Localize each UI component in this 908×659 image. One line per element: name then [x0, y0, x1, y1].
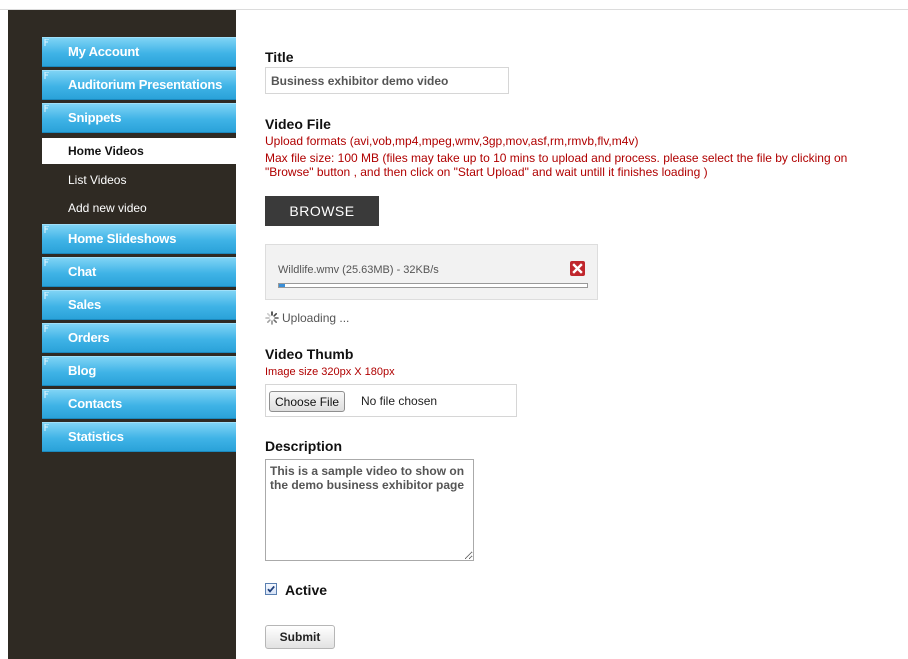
corner-flag-icon: [44, 424, 49, 431]
thumb-file-input: Choose File No file chosen: [265, 384, 517, 417]
description-label: Description: [265, 438, 343, 454]
checkmark-icon: [267, 585, 275, 593]
sidebar-item-label: Contacts: [68, 396, 123, 411]
sidebar-item-blog[interactable]: Blog: [42, 356, 236, 386]
corner-flag-icon: [44, 39, 49, 46]
sidebar-item-my-account[interactable]: My Account: [42, 37, 236, 67]
corner-flag-icon: [44, 292, 49, 299]
sidebar-item-chat[interactable]: Chat: [42, 257, 236, 287]
sidebar-item-sales[interactable]: Sales: [42, 290, 236, 320]
sidebar-item-contacts[interactable]: Contacts: [42, 389, 236, 419]
description-textarea[interactable]: This is a sample video to show on the de…: [265, 459, 474, 561]
upload-formats-note: Upload formats (avi,vob,mp4,mpeg,wmv,3gp…: [265, 134, 639, 148]
upload-file-info: Wildlife.wmv (25.63MB) - 32KB/s: [278, 264, 439, 276]
sidebar-subitem-label: Home Videos: [68, 144, 144, 158]
sidebar-item-orders[interactable]: Orders: [42, 323, 236, 353]
sidebar-subitem-add-new-video[interactable]: Add new video: [42, 195, 236, 221]
uploading-status: Uploading ...: [265, 311, 349, 325]
corner-flag-icon: [44, 259, 49, 266]
corner-flag-icon: [44, 105, 49, 112]
corner-flag-icon: [44, 325, 49, 332]
video-thumb-label: Video Thumb: [265, 346, 354, 362]
corner-flag-icon: [44, 226, 49, 233]
sidebar-item-label: Orders: [68, 330, 110, 345]
no-file-text: No file chosen: [361, 394, 438, 408]
sidebar-item-label: Chat: [68, 264, 97, 279]
submit-button[interactable]: Submit: [265, 625, 335, 649]
sidebar-item-auditorium-presentations[interactable]: Auditorium Presentations: [42, 70, 236, 100]
upload-progress-bar: [278, 283, 588, 288]
cancel-upload-icon[interactable]: [570, 261, 585, 276]
sidebar-item-label: Auditorium Presentations: [68, 77, 223, 92]
sidebar: My Account Auditorium Presentations Snip…: [8, 10, 236, 659]
corner-flag-icon: [44, 391, 49, 398]
upload-progress-fill: [279, 284, 286, 287]
active-label: Active: [285, 582, 328, 598]
sidebar-item-label: Sales: [68, 297, 101, 312]
upload-queue-item: Wildlife.wmv (25.63MB) - 32KB/s: [265, 244, 598, 300]
spinner-icon: [265, 311, 279, 325]
sidebar-item-label: Snippets: [68, 110, 122, 125]
sidebar-subitem-list-videos[interactable]: List Videos: [42, 167, 236, 193]
corner-flag-icon: [44, 72, 49, 79]
active-checkbox[interactable]: [265, 583, 277, 595]
title-input[interactable]: [265, 67, 509, 94]
video-file-label: Video File: [265, 116, 331, 132]
sidebar-subitem-home-videos[interactable]: Home Videos: [42, 138, 236, 164]
title-label: Title: [265, 49, 294, 65]
sidebar-item-home-slideshows[interactable]: Home Slideshows: [42, 224, 236, 254]
sidebar-subitem-label: Add new video: [68, 201, 147, 215]
choose-file-button[interactable]: Choose File: [269, 391, 346, 412]
thumb-size-note: Image size 320px X 180px: [265, 366, 395, 378]
sidebar-item-label: Statistics: [68, 429, 124, 444]
sidebar-item-label: My Account: [68, 44, 140, 59]
corner-flag-icon: [44, 358, 49, 365]
sidebar-item-snippets[interactable]: Snippets: [42, 103, 236, 133]
max-size-note: Max file size: 100 MB (files may take up…: [265, 151, 848, 179]
sidebar-subitem-label: List Videos: [68, 173, 127, 187]
uploading-text: Uploading ...: [282, 311, 350, 325]
sidebar-item-label: Home Slideshows: [68, 231, 177, 246]
sidebar-item-label: Blog: [68, 363, 97, 378]
browse-button[interactable]: BROWSE: [265, 196, 379, 226]
sidebar-item-statistics[interactable]: Statistics: [42, 422, 236, 452]
